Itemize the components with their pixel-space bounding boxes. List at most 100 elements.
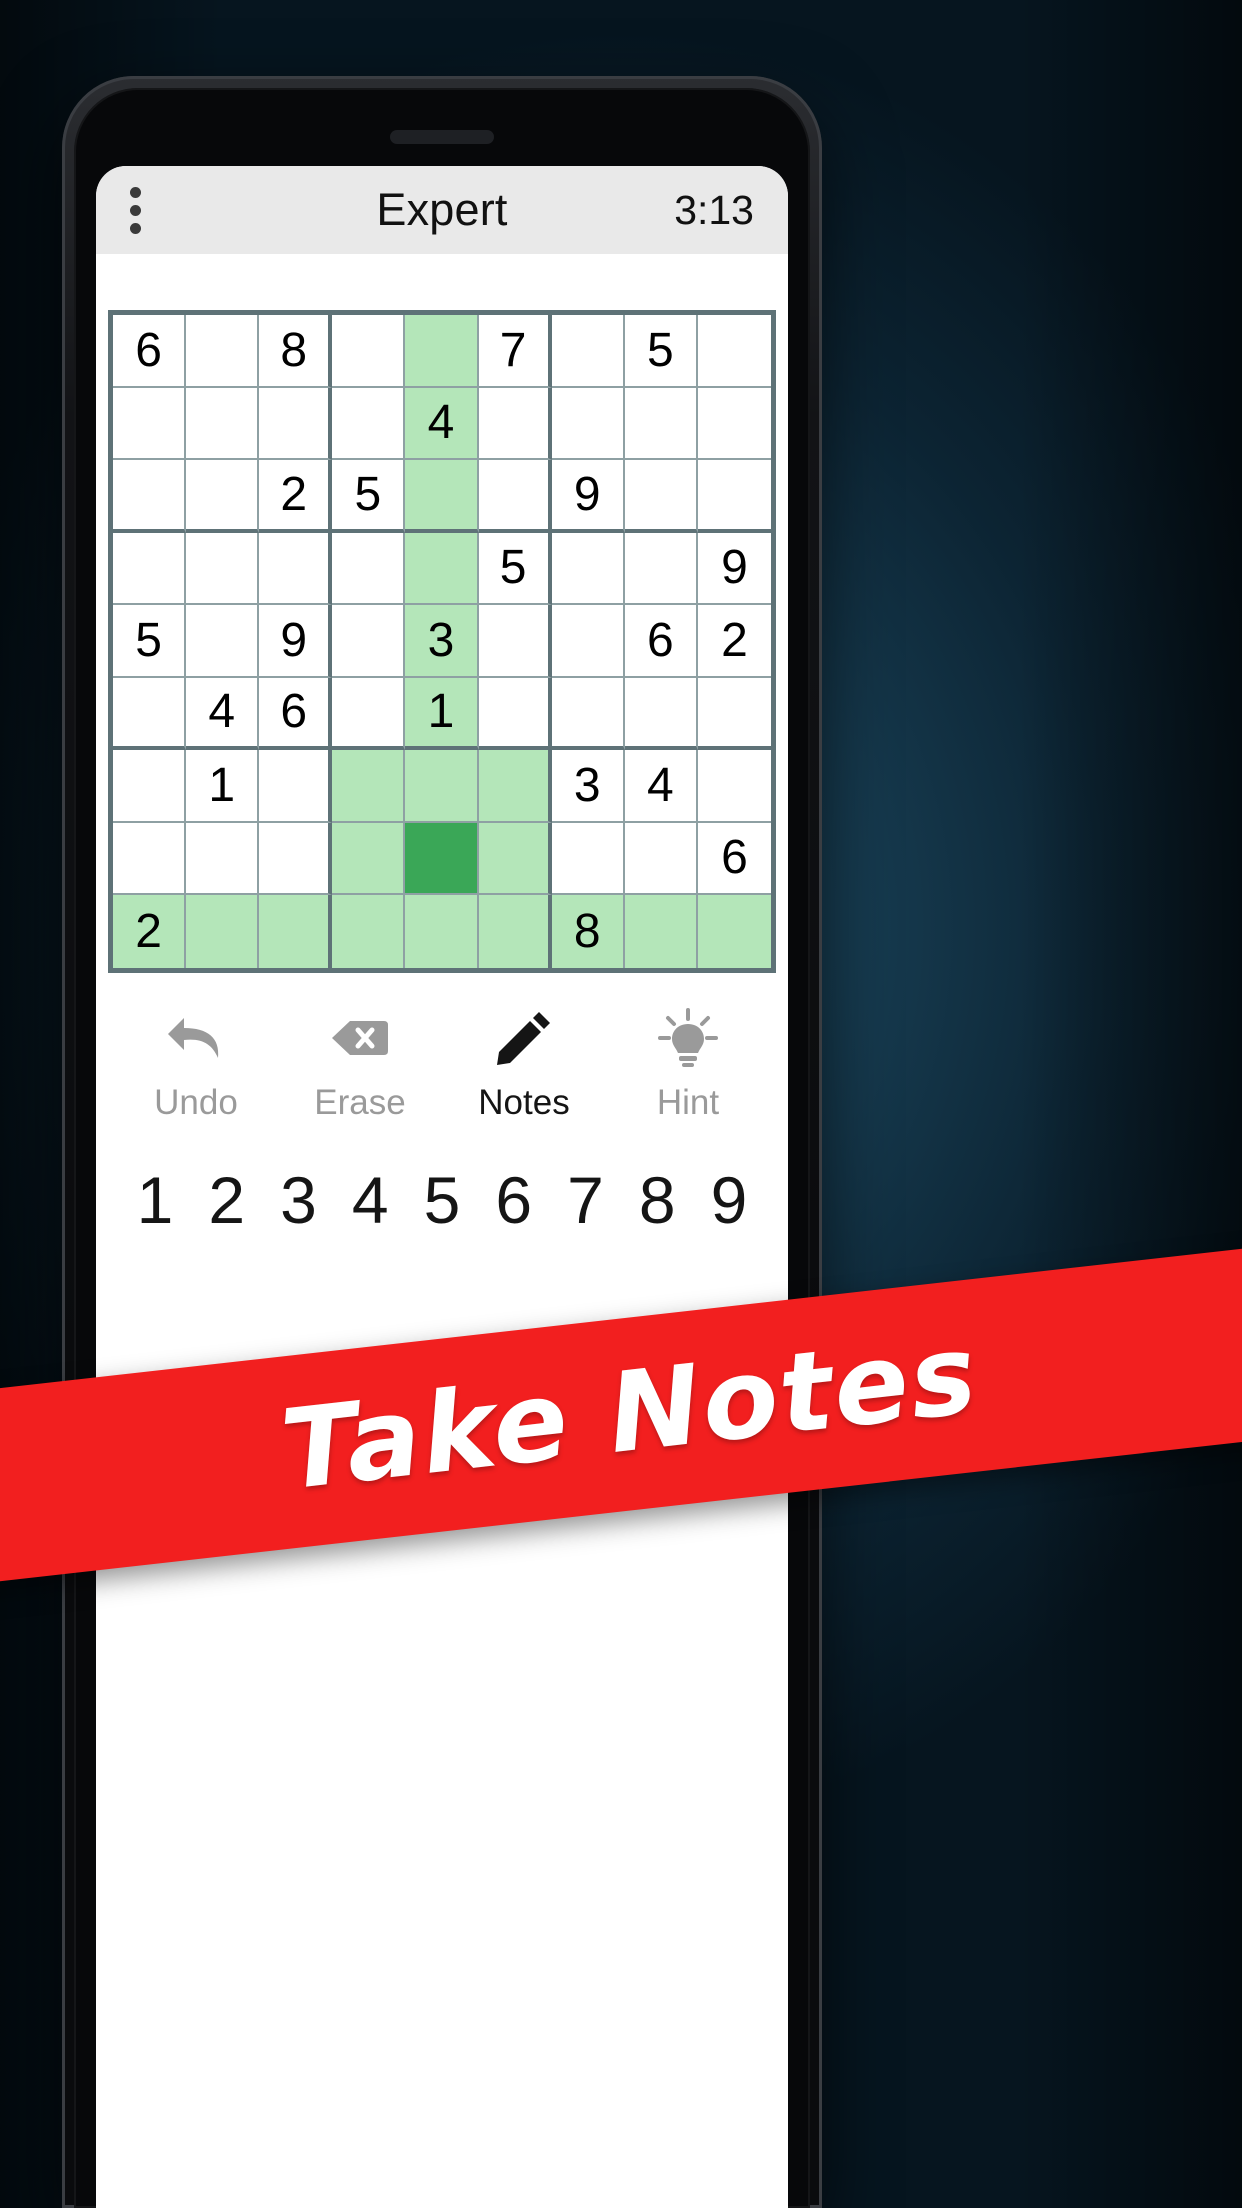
sudoku-cell[interactable]: 9 [259,605,333,678]
sudoku-cell[interactable] [551,677,625,750]
sudoku-cell[interactable] [478,677,552,750]
sudoku-cell[interactable] [186,605,260,678]
sudoku-cell[interactable]: 1 [186,750,260,823]
sudoku-cell[interactable] [405,532,479,605]
sudoku-cell[interactable] [405,750,479,823]
sudoku-cell[interactable] [332,605,406,678]
sudoku-cell[interactable] [405,315,479,388]
sudoku-cell[interactable]: 5 [113,605,187,678]
sudoku-cell[interactable] [551,387,625,460]
sudoku-cell[interactable] [332,822,406,895]
sudoku-cell[interactable]: 6 [259,677,333,750]
numpad-key-1[interactable]: 1 [124,1167,186,1233]
sudoku-cell[interactable] [113,532,187,605]
sudoku-cell[interactable] [113,750,187,823]
game-timer[interactable]: 3:13 [674,187,754,234]
sudoku-cell-selected[interactable] [405,822,479,895]
sudoku-cell[interactable] [186,532,260,605]
undo-button[interactable]: Undo [114,1007,278,1123]
sudoku-cell[interactable] [259,750,333,823]
sudoku-cell[interactable]: 2 [697,605,771,678]
app-bar: Expert 3:13 [96,166,788,254]
sudoku-cell[interactable] [478,605,552,678]
sudoku-cell[interactable] [624,822,698,895]
sudoku-cell[interactable] [113,822,187,895]
numpad-key-2[interactable]: 2 [196,1167,258,1233]
undo-arrow-icon [164,1007,228,1069]
sudoku-cell[interactable] [259,532,333,605]
sudoku-cell[interactable]: 8 [551,895,625,968]
sudoku-cell[interactable] [332,387,406,460]
sudoku-cell[interactable] [113,387,187,460]
sudoku-cell[interactable] [332,532,406,605]
sudoku-cell[interactable] [478,460,552,533]
sudoku-cell[interactable] [186,895,260,968]
sudoku-cell[interactable]: 3 [551,750,625,823]
sudoku-cell[interactable] [478,750,552,823]
sudoku-cell[interactable]: 9 [697,532,771,605]
sudoku-cell[interactable] [624,387,698,460]
sudoku-cell[interactable]: 5 [624,315,698,388]
sudoku-cell[interactable] [332,315,406,388]
numpad-key-7[interactable]: 7 [555,1167,617,1233]
phone-screen: Expert 3:13 687542595959362461134628 Und… [96,166,788,2208]
sudoku-cell[interactable] [551,532,625,605]
sudoku-cell[interactable]: 9 [551,460,625,533]
sudoku-cell[interactable] [551,315,625,388]
sudoku-cell[interactable] [697,677,771,750]
sudoku-cell[interactable] [551,605,625,678]
sudoku-cell[interactable]: 1 [405,677,479,750]
sudoku-cell[interactable] [113,677,187,750]
sudoku-cell[interactable] [332,750,406,823]
sudoku-cell[interactable] [624,532,698,605]
sudoku-cell[interactable] [551,822,625,895]
numpad-key-4[interactable]: 4 [339,1167,401,1233]
sudoku-cell[interactable] [624,460,698,533]
sudoku-cell[interactable]: 2 [113,895,187,968]
sudoku-cell[interactable] [332,677,406,750]
numpad-key-3[interactable]: 3 [268,1167,330,1233]
sudoku-cell[interactable]: 4 [624,750,698,823]
sudoku-cell[interactable] [186,315,260,388]
sudoku-cell[interactable] [332,895,406,968]
sudoku-cell[interactable]: 3 [405,605,479,678]
sudoku-board[interactable]: 687542595959362461134628 [108,310,776,973]
pencil-icon [495,1007,553,1069]
sudoku-cell[interactable] [478,387,552,460]
sudoku-cell[interactable] [186,387,260,460]
sudoku-cell[interactable] [186,460,260,533]
sudoku-cell[interactable] [697,315,771,388]
notes-button[interactable]: Notes [442,1007,606,1123]
sudoku-cell[interactable] [259,895,333,968]
sudoku-cell[interactable]: 5 [478,532,552,605]
numpad-key-5[interactable]: 5 [411,1167,473,1233]
sudoku-cell[interactable] [259,387,333,460]
sudoku-cell[interactable]: 2 [259,460,333,533]
sudoku-cell[interactable]: 6 [697,822,771,895]
sudoku-cell[interactable]: 5 [332,460,406,533]
sudoku-cell[interactable] [697,750,771,823]
numpad-key-6[interactable]: 6 [483,1167,545,1233]
sudoku-cell[interactable] [478,822,552,895]
sudoku-cell[interactable] [186,822,260,895]
sudoku-cell[interactable] [697,895,771,968]
sudoku-cell[interactable] [405,460,479,533]
sudoku-cell[interactable]: 6 [113,315,187,388]
sudoku-cell[interactable] [113,460,187,533]
sudoku-cell[interactable]: 4 [186,677,260,750]
sudoku-cell[interactable]: 4 [405,387,479,460]
sudoku-cell[interactable] [259,822,333,895]
sudoku-cell[interactable]: 6 [624,605,698,678]
sudoku-cell[interactable] [697,387,771,460]
sudoku-cell[interactable]: 8 [259,315,333,388]
sudoku-cell[interactable] [478,895,552,968]
sudoku-cell[interactable] [624,895,698,968]
sudoku-cell[interactable] [624,677,698,750]
numpad-key-8[interactable]: 8 [626,1167,688,1233]
numpad-key-9[interactable]: 9 [698,1167,760,1233]
sudoku-cell[interactable]: 7 [478,315,552,388]
sudoku-cell[interactable] [697,460,771,533]
hint-button[interactable]: Hint [606,1007,770,1123]
erase-button[interactable]: Erase [278,1007,442,1123]
sudoku-cell[interactable] [405,895,479,968]
